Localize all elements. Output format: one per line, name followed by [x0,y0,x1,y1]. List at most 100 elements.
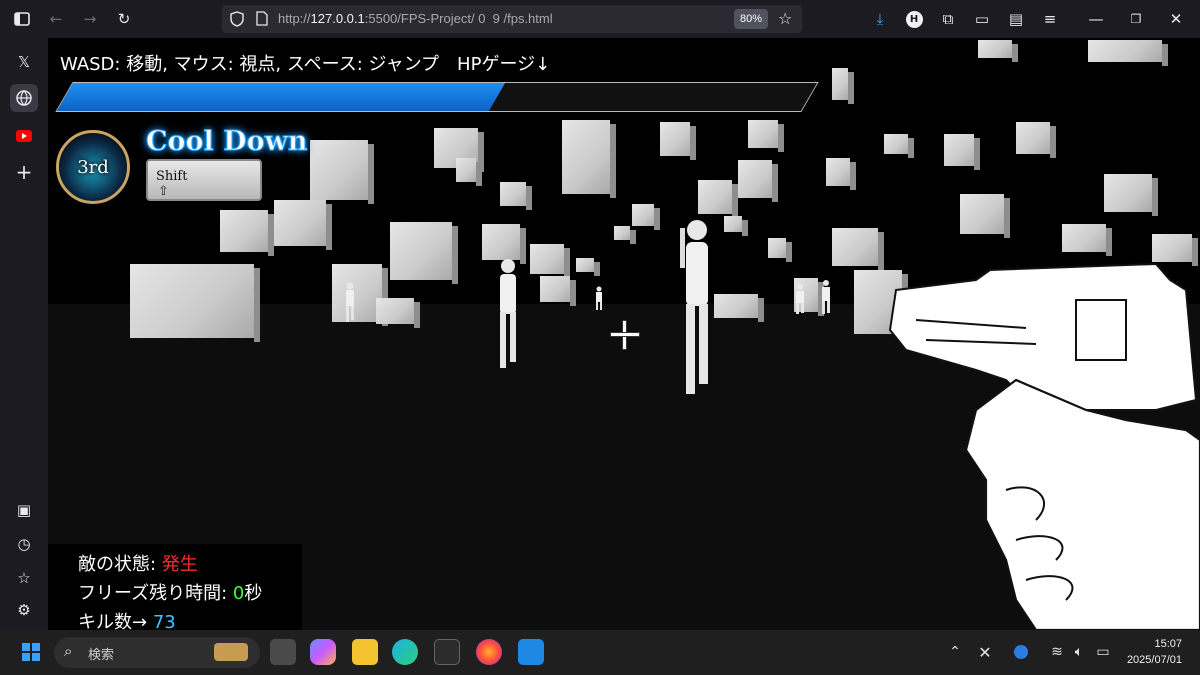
enemy-figure [594,286,604,310]
sidebar-toggle-icon[interactable] [10,7,34,31]
add-icon[interactable]: + [10,158,38,186]
shift-key-indicator: Shift ⇧ [146,159,262,201]
scene-cube [714,294,764,322]
scene-cube [724,216,748,236]
download-icon[interactable]: ⤓ [868,7,892,31]
sidebar-panel-icon[interactable]: ▤ [1004,7,1028,31]
scene-cube [748,120,784,152]
taskbar-search[interactable]: ⌕ 検索 [54,637,260,668]
scene-cube [1104,174,1158,216]
search-icon: ⌕ [64,642,73,660]
scene-cube [310,140,374,204]
scene-cube [826,158,856,190]
scene-cube [274,200,332,250]
scene-cube [1088,40,1168,66]
hp-gauge-fill [56,83,505,111]
x-app-icon[interactable]: ✕ [972,639,998,665]
x-icon[interactable]: 𝕏 [10,48,38,76]
scene-cube [698,180,738,218]
status-panel: 敵の状態: 発生 フリーズ残り時間: 0秒 キル数→ 73 [48,544,302,630]
history-icon[interactable]: ◷ [10,530,38,558]
menu-icon[interactable]: ≡ [1038,7,1062,31]
rank-emblem-label: 3rd [77,156,109,178]
shift-key-label: Shift [156,169,188,184]
enemy-figure [680,218,714,398]
firefox-icon[interactable] [476,639,502,665]
minimize-icon[interactable]: — [1084,7,1108,31]
scene-cube [530,244,570,278]
vscode-icon[interactable] [518,639,544,665]
windows-start-icon[interactable] [18,639,44,665]
taskbar-clock[interactable]: 15:07 2025/07/01 [1127,636,1182,668]
game-canvas[interactable]: WASD: 移動, マウス: 視点, スペース: ジャンプ HPゲージ↓ 3rd… [48,38,1200,630]
scene-cube [220,210,274,256]
close-icon[interactable]: ✕ [1164,7,1188,31]
controls-instructions: WASD: 移動, マウス: 視点, スペース: ジャンプ HPゲージ↓ [60,54,551,75]
task-view-icon[interactable] [270,639,296,665]
freeze-time-line: フリーズ残り時間: 0秒 [78,583,263,604]
restore-icon[interactable]: ❐ [1124,7,1148,31]
scene-cube [632,204,660,230]
scene-cube [376,298,420,328]
screen: ← → ↻ http://127.0.0.1:5500/FPS-Project/… [0,0,1200,675]
extensions-puzzle-icon[interactable]: ⧉ [936,7,960,31]
page-icon [256,11,268,30]
scene-cube [978,40,1018,62]
file-explorer-icon[interactable] [352,639,378,665]
enemy-figure [496,258,520,370]
save-icon[interactable]: ▣ [10,496,38,524]
copilot-icon[interactable] [310,639,336,665]
kill-count-value: 73 [152,612,176,630]
enemy-state-line: 敵の状態: 発生 [78,554,198,575]
clock-date: 2025/07/01 [1126,654,1182,666]
edge-icon[interactable] [392,639,418,665]
scene-cube [482,224,526,264]
shield-icon[interactable] [230,11,244,31]
reload-icon[interactable]: ↻ [112,7,136,31]
kill-count-line: キル数→ 73 [78,608,176,630]
scene-cube [884,134,914,158]
zoom-level-badge[interactable]: 80% [734,9,768,29]
forward-icon[interactable]: → [78,7,102,31]
tray-app-icon[interactable] [1008,639,1034,665]
translate-globe-icon[interactable] [10,84,38,112]
scene-cube [738,160,778,202]
settings-gear-icon[interactable]: ⚙ [10,596,38,624]
chevron-up-icon[interactable]: ⌃ [942,639,968,665]
youtube-icon[interactable] [10,122,38,150]
volume-icon[interactable]: 🔈︎ [1066,639,1092,665]
url-text[interactable]: http://127.0.0.1:5500/FPS-Project/ 0 9 /… [278,11,553,26]
scene-cube [1062,224,1112,256]
battery-icon[interactable]: ▭ [1090,639,1116,665]
clock-time: 15:07 [1154,638,1182,650]
back-icon[interactable]: ← [44,7,68,31]
scene-cube [1016,122,1056,158]
enemy-figure [344,282,356,322]
address-bar[interactable]: http://127.0.0.1:5500/FPS-Project/ 0 9 /… [222,5,802,33]
scene-cube [456,158,482,186]
scene-cube [562,120,616,198]
taskbar: ⌕ 検索 ⌃ ✕ ≋ 🔈︎ ▭ 15:07 2025/07/01 [0,630,1200,675]
scene-cube [614,226,636,244]
scene-cube [1152,234,1198,266]
scene-cube [960,194,1010,238]
scene-cube [832,68,854,104]
scene-cube [500,182,532,210]
shift-arrow-icon: ⇧ [158,184,169,199]
bookmark-star-icon[interactable]: ☆ [778,9,792,28]
store-icon[interactable] [434,639,460,665]
scene-cube [332,264,388,326]
rank-emblem: 3rd [56,130,130,204]
browser-sidebar: 𝕏 + ▣ ◷ ☆ ⚙ [0,38,48,630]
search-placeholder: 検索 [88,648,115,663]
scene-cube [768,238,792,262]
container-icon[interactable]: ▭ [970,7,994,31]
freeze-time-value: 0 [232,583,245,604]
enemy-state-value: 発生 [161,554,198,575]
enemy-figure [820,280,832,314]
crosshair-icon [610,320,640,350]
favorite-star-icon[interactable]: ☆ [10,564,38,592]
extension-h-icon[interactable]: H [902,7,926,31]
scene-cube [576,258,600,276]
search-highlight-icon [214,643,248,661]
